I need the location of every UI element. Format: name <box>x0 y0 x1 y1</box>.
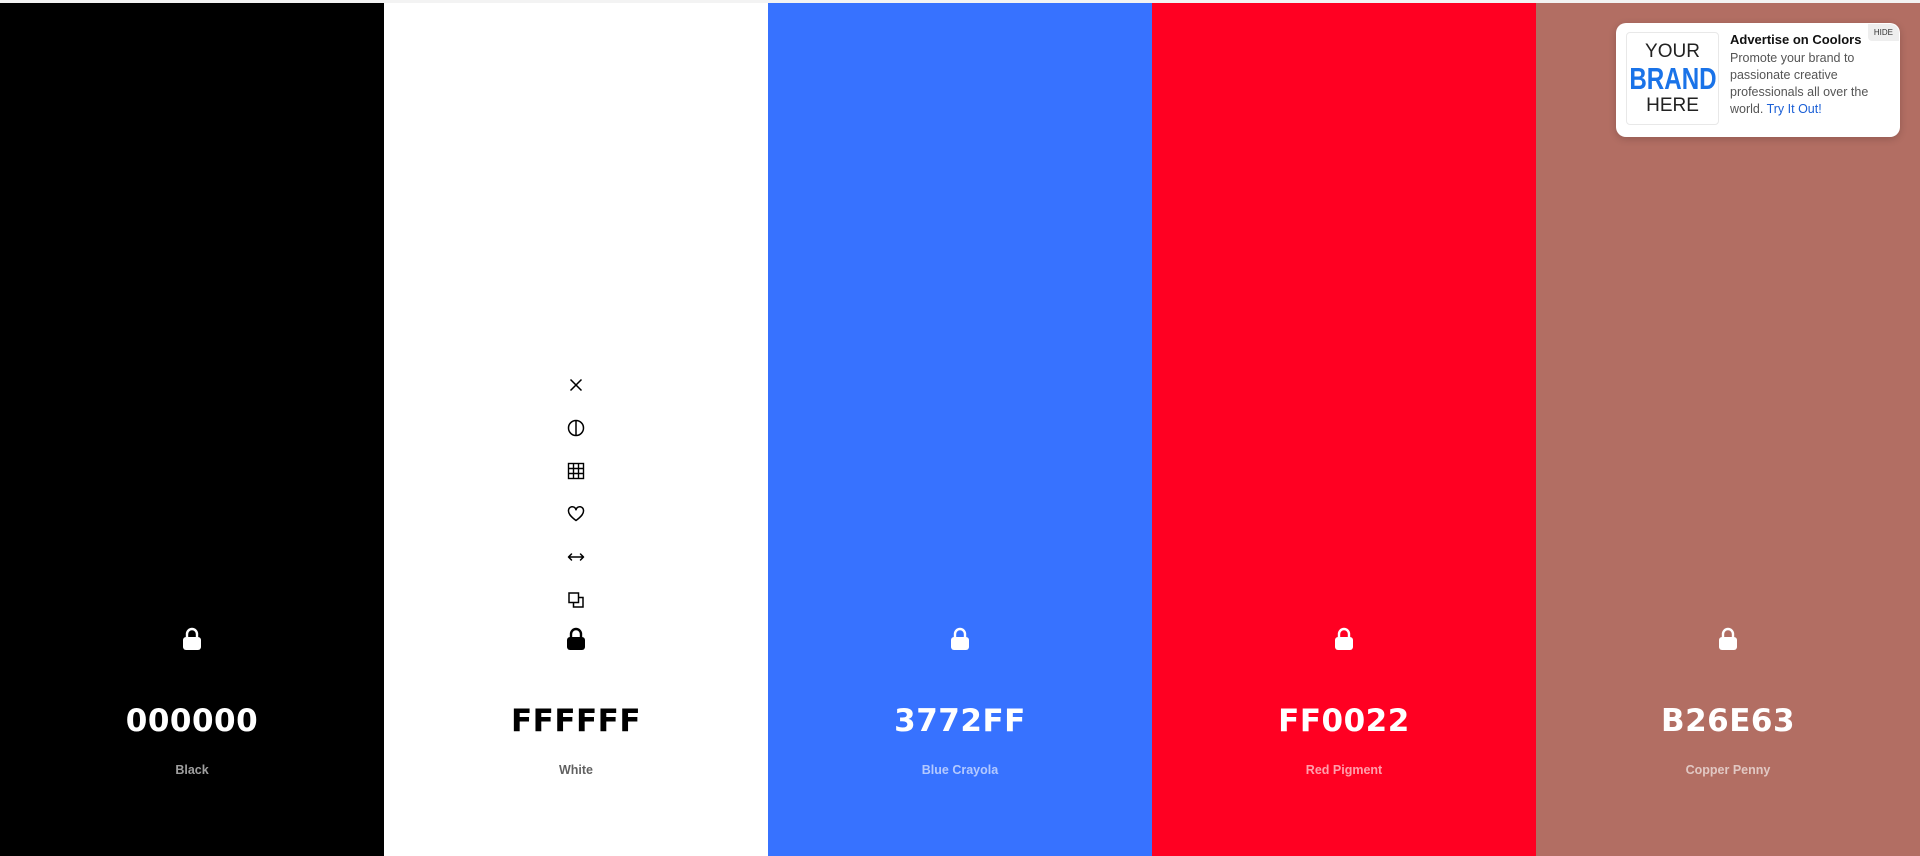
ad-link[interactable]: Try It Out! <box>1767 102 1822 116</box>
close-icon[interactable] <box>560 369 592 401</box>
ad-logo-line-2: BRAND <box>1628 61 1717 96</box>
contrast-icon[interactable] <box>560 412 592 444</box>
color-swatch-2[interactable]: FFFFFF White <box>384 3 768 856</box>
color-name[interactable]: Red Pigment <box>1152 763 1536 777</box>
lock-icon[interactable] <box>1328 623 1360 655</box>
copy-icon[interactable] <box>560 584 592 616</box>
hex-code[interactable]: 000000 <box>0 703 384 739</box>
ad-logo-line-1: YOUR <box>1645 41 1700 62</box>
heart-icon[interactable] <box>560 498 592 530</box>
hex-code[interactable]: 3772FF <box>768 703 1152 739</box>
color-swatch-1[interactable]: 000000 Black <box>0 3 384 856</box>
color-swatch-4[interactable]: FF0022 Red Pigment <box>1152 3 1536 856</box>
color-name[interactable]: Black <box>0 763 384 777</box>
color-swatch-3[interactable]: 3772FF Blue Crayola <box>768 3 1152 856</box>
ad-body: Promote your brand to passionate creativ… <box>1730 50 1890 118</box>
ad-title: Advertise on Coolors <box>1730 32 1862 47</box>
ad-hide-button[interactable]: HIDE <box>1867 24 1899 41</box>
lock-icon[interactable] <box>560 623 592 655</box>
ad-text: Advertise on Coolors Promote your brand … <box>1730 32 1890 118</box>
ad-logo[interactable]: YOUR BRAND HERE <box>1626 32 1719 125</box>
hex-code[interactable]: B26E63 <box>1536 703 1920 739</box>
shades-grid-icon[interactable] <box>560 455 592 487</box>
lock-icon[interactable] <box>1712 623 1744 655</box>
color-name[interactable]: Copper Penny <box>1536 763 1920 777</box>
hex-code[interactable]: FFFFFF <box>384 703 768 739</box>
lock-icon[interactable] <box>944 623 976 655</box>
ad-logo-line-3: HERE <box>1646 95 1699 116</box>
advertisement-card[interactable]: YOUR BRAND HERE Advertise on Coolors Pro… <box>1616 23 1900 137</box>
lock-icon[interactable] <box>176 623 208 655</box>
color-name[interactable]: Blue Crayola <box>768 763 1152 777</box>
color-name[interactable]: White <box>384 763 768 777</box>
hex-code[interactable]: FF0022 <box>1152 703 1536 739</box>
drag-arrows-icon[interactable] <box>560 541 592 573</box>
swatch-toolbar <box>384 369 768 627</box>
